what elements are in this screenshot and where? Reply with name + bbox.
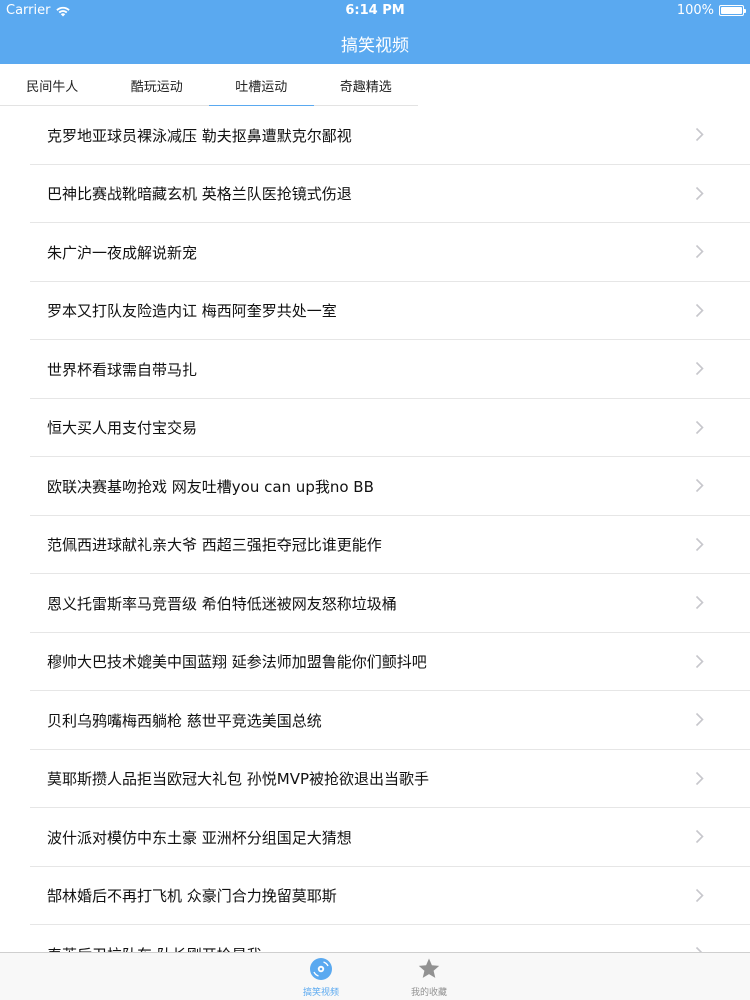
- segmented-tabs: 民间牛人 酷玩运动 吐槽运动 奇趣精选: [0, 64, 419, 107]
- list-item-title: 恩义托雷斯率马竞晋级 希伯特低迷被网友怒称垃圾桶: [47, 594, 397, 613]
- list-item-title: 贝利乌鸦嘴梅西躺枪 慈世平竞选美国总统: [47, 711, 322, 730]
- tabbar-item-0[interactable]: 搞笑视频: [267, 953, 375, 1000]
- star-icon: [418, 958, 440, 978]
- tab-1[interactable]: 酷玩运动: [105, 64, 210, 106]
- list-item[interactable]: 恒大买人用支付宝交易: [0, 399, 750, 458]
- chevron-right-icon: [695, 596, 704, 610]
- list-item-title: 恒大买人用支付宝交易: [47, 419, 198, 438]
- tab-2[interactable]: 吐槽运动: [209, 64, 314, 107]
- chevron-right-icon: [695, 362, 704, 376]
- list-item-title: 朱广沪一夜成解说新宠: [47, 243, 198, 262]
- list-item[interactable]: 贝利乌鸦嘴梅西躺枪 慈世平竞选美国总统: [0, 691, 750, 750]
- tab-3[interactable]: 奇趣精选: [314, 64, 419, 106]
- list-item-title: 穆帅大巴技术媲美中国蓝翔 延参法师加盟鲁能你们颤抖吧: [47, 653, 427, 672]
- chevron-right-icon: [695, 888, 704, 902]
- list-item[interactable]: 莫耶斯攒人品拒当欧冠大礼包 孙悦MVP被抢欲退出当歌手: [0, 750, 750, 809]
- chevron-right-icon: [695, 654, 704, 668]
- tab-label: 吐槽运动: [235, 79, 288, 95]
- video-list[interactable]: 克罗地亚球员裸泳减压 勒夫抠鼻遭默克尔鄙视 巴神比赛战靴暗藏玄机 英格兰队医抢镜式…: [0, 106, 750, 952]
- list-item[interactable]: 范佩西进球献礼亲大爷 西超三强拒夺冠比谁更能作: [0, 516, 750, 575]
- battery-percent: 100%: [676, 3, 714, 18]
- chevron-right-icon: [695, 479, 704, 493]
- chevron-right-icon: [695, 186, 704, 200]
- tab-label: 酷玩运动: [130, 79, 183, 95]
- tabbar-label: 我的收藏: [410, 988, 447, 998]
- list-item[interactable]: 穆帅大巴技术媲美中国蓝翔 延参法师加盟鲁能你们颤抖吧: [0, 633, 750, 692]
- nav-title: 搞笑视频: [341, 36, 409, 56]
- chevron-right-icon: [695, 245, 704, 259]
- list-item-title: 波什派对模仿中东土豪 亚洲杯分组国足大猜想: [47, 828, 352, 847]
- list-item[interactable]: 世界杯看球需自带马扎: [0, 340, 750, 399]
- list-item[interactable]: 欧联决赛基吻抢戏 网友吐槽you can up我no BB: [0, 457, 750, 516]
- list-item[interactable]: 恩义托雷斯率马竞晋级 希伯特低迷被网友怒称垃圾桶: [0, 574, 750, 633]
- chevron-right-icon: [695, 420, 704, 434]
- list-item[interactable]: 罗本又打队友险造内讧 梅西阿奎罗共处一室: [0, 282, 750, 341]
- chevron-right-icon: [695, 128, 704, 142]
- tab-label: 民间牛人: [26, 79, 79, 95]
- list-item-title: 巴神比赛战靴暗藏玄机 英格兰队医抢镜式伤退: [47, 185, 352, 204]
- tabbar-label: 搞笑视频: [302, 988, 339, 998]
- list-item[interactable]: 朱广沪一夜成解说新宠: [0, 223, 750, 282]
- chevron-right-icon: [695, 713, 704, 727]
- list-item-title: 罗本又打队友险造内讧 梅西阿奎罗共处一室: [47, 302, 337, 321]
- list-item-title: 郜林婚后不再打飞机 众豪门合力挽留莫耶斯: [47, 887, 337, 906]
- tab-label: 奇趣精选: [339, 79, 392, 95]
- list-item[interactable]: 郜林婚后不再打飞机 众豪门合力挽留莫耶斯: [0, 867, 750, 926]
- list-item-title: 范佩西进球献礼亲大爷 西超三强拒夺冠比谁更能作: [47, 536, 382, 555]
- app-window: Carrier 6:14 PM 100% 搞笑视频 民间牛人 酷玩运动 吐槽运动 奇趣…: [0, 0, 750, 1000]
- list-item-title: 世界杯看球需自带马扎: [47, 360, 198, 379]
- list-item-title: 莫耶斯攒人品拒当欧冠大礼包 孙悦MVP被抢欲退出当歌手: [47, 770, 430, 789]
- battery-icon: [719, 5, 746, 16]
- list-item-title: 欧联决赛基吻抢戏 网友吐槽you can up我no BB: [47, 477, 374, 496]
- status-right: 100%: [676, 3, 746, 18]
- list-item-title: 泰莱后卫拉队车 队长刚开拎是我: [47, 944, 262, 952]
- status-time: 6:14 PM: [345, 3, 405, 18]
- chevron-right-icon: [695, 303, 704, 317]
- tab-0[interactable]: 民间牛人: [0, 64, 105, 106]
- disc-icon: [310, 958, 332, 980]
- list-item[interactable]: 克罗地亚球员裸泳减压 勒夫抠鼻遭默克尔鄙视: [0, 106, 750, 165]
- tabbar-item-1[interactable]: 我的收藏: [375, 953, 483, 1000]
- list-item[interactable]: 泰莱后卫拉队车 队长刚开拎是我: [0, 925, 750, 952]
- status-bar: Carrier 6:14 PM 100%: [0, 0, 750, 22]
- list-item[interactable]: 波什派对模仿中东土豪 亚洲杯分组国足大猜想: [0, 808, 750, 867]
- list-item-title: 克罗地亚球员裸泳减压 勒夫抠鼻遭默克尔鄙视: [47, 126, 352, 145]
- list-item[interactable]: 巴神比赛战靴暗藏玄机 英格兰队医抢镜式伤退: [0, 165, 750, 224]
- header: Carrier 6:14 PM 100% 搞笑视频: [0, 0, 750, 64]
- chevron-right-icon: [695, 537, 704, 551]
- bottom-tab-bar: 搞笑视频 我的收藏: [0, 952, 750, 1000]
- chevron-right-icon: [695, 830, 704, 844]
- chevron-right-icon: [695, 771, 704, 785]
